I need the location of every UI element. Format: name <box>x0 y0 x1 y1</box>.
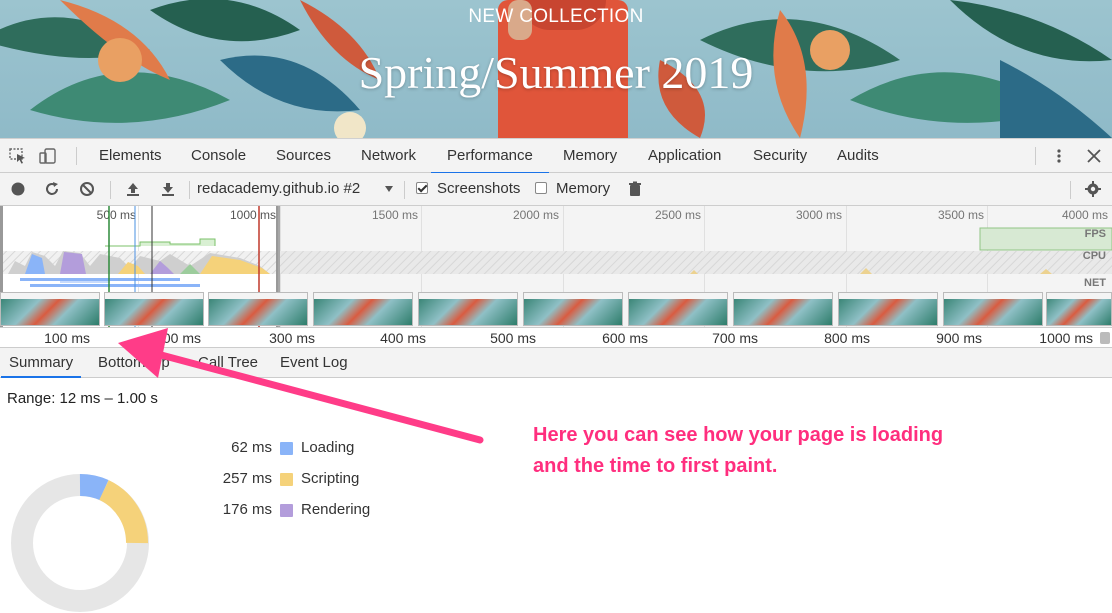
tab-console[interactable]: Console <box>189 139 248 173</box>
toolbar-divider <box>1070 181 1071 199</box>
hero-title: Spring/Summer 2019 <box>358 47 754 98</box>
tab-performance[interactable]: Performance <box>431 139 549 174</box>
net-lane-label: NET <box>1084 277 1106 289</box>
devtools-tab-bar: Elements Console Sources Network Perform… <box>0 138 1112 174</box>
timeline-overview[interactable]: 500 ms 1000 ms 1500 ms 2000 ms 2500 ms 3… <box>0 206 1112 328</box>
tab-application[interactable]: Application <box>646 139 723 173</box>
rendering-swatch <box>280 504 293 517</box>
tab-memory[interactable]: Memory <box>561 139 619 173</box>
ruler-label: 300 ms <box>269 330 315 346</box>
tab-summary[interactable]: Summary <box>0 348 82 378</box>
screenshot-thumbnail[interactable] <box>208 292 308 326</box>
toolbar-divider <box>189 181 190 199</box>
memory-label: Memory <box>556 180 611 197</box>
cpu-lane-label: CPU <box>1082 250 1106 262</box>
screenshot-thumbnail[interactable] <box>418 292 518 326</box>
rendering-label: Rendering <box>301 501 371 518</box>
screenshot-thumbnail[interactable] <box>523 292 623 326</box>
ruler-label: 600 ms <box>602 330 648 346</box>
annotation-line-2: and the time to first paint. <box>533 455 778 477</box>
tab-event-log[interactable]: Event Log <box>280 348 348 377</box>
screenshot-thumbnail[interactable] <box>0 292 100 326</box>
tab-audits[interactable]: Audits <box>835 139 881 173</box>
screenshot-thumbnail[interactable] <box>313 292 413 326</box>
tab-bottom-up[interactable]: Bottom-Up <box>98 348 170 377</box>
load-profile-icon[interactable] <box>125 181 141 197</box>
screenshot-thumbnail[interactable] <box>104 292 204 326</box>
tab-network[interactable]: Network <box>359 139 418 173</box>
screenshot-thumbnail[interactable] <box>943 292 1043 326</box>
loading-time: 62 ms <box>231 439 272 456</box>
hero-banner: NEW COLLECTION Spring/Summer 2019 <box>0 0 1112 138</box>
fps-lane-label: FPS <box>1084 228 1106 240</box>
annotation-text: Here you can see how your page is loadin… <box>533 420 1093 482</box>
close-icon[interactable] <box>1085 148 1103 164</box>
inspect-element-icon[interactable] <box>9 148 27 164</box>
trash-icon[interactable] <box>627 181 643 197</box>
clear-icon[interactable] <box>79 181 95 197</box>
save-profile-icon[interactable] <box>160 181 176 197</box>
tab-security[interactable]: Security <box>751 139 809 173</box>
annotation-line-1: Here you can see how your page is loadin… <box>533 424 944 446</box>
rendering-time: 176 ms <box>222 501 272 518</box>
settings-gear-icon[interactable] <box>1085 181 1101 197</box>
ruler-label: 700 ms <box>712 330 758 346</box>
more-options-icon[interactable] <box>1050 148 1068 164</box>
summary-donut-chart <box>11 474 149 612</box>
ruler-scroll-handle[interactable] <box>1100 332 1110 344</box>
screenshot-thumbnail[interactable] <box>628 292 728 326</box>
ruler-label: 200 ms <box>155 330 201 346</box>
device-toolbar-icon[interactable] <box>39 148 57 164</box>
detail-time-ruler: 100 ms 200 ms 300 ms 400 ms 500 ms 600 m… <box>0 328 1112 348</box>
tab-elements[interactable]: Elements <box>97 139 164 173</box>
ruler-label: 900 ms <box>936 330 982 346</box>
performance-toolbar: redacademy.github.io #2 Screenshots Memo… <box>0 173 1112 206</box>
hero-kicker: NEW COLLECTION <box>468 6 644 27</box>
record-icon[interactable] <box>10 181 26 197</box>
ruler-label: 800 ms <box>824 330 870 346</box>
ruler-label: 500 ms <box>490 330 536 346</box>
ruler-label: 100 ms <box>44 330 90 346</box>
screenshots-label: Screenshots <box>437 180 521 197</box>
scripting-label: Scripting <box>301 470 360 487</box>
scripting-swatch <box>280 473 293 486</box>
summary-range: Range: 12 ms – 1.00 s <box>7 390 158 407</box>
scripting-time: 257 ms <box>222 470 272 487</box>
chevron-down-icon[interactable] <box>384 184 394 194</box>
toolbar-divider <box>110 181 111 199</box>
tab-call-tree[interactable]: Call Tree <box>198 348 258 377</box>
loading-swatch <box>280 442 293 455</box>
reload-profile-icon[interactable] <box>44 181 60 197</box>
toolbar-divider <box>404 181 405 199</box>
toolbar-divider <box>1035 147 1036 165</box>
details-tab-bar: Summary Bottom-Up Call Tree Event Log <box>0 348 1112 378</box>
ruler-label: 1000 ms <box>1039 330 1093 346</box>
toolbar-divider <box>76 147 77 165</box>
ruler-label: 400 ms <box>380 330 426 346</box>
loading-label: Loading <box>301 439 355 456</box>
screenshot-thumbnail[interactable] <box>733 292 833 326</box>
screenshot-thumbnail[interactable] <box>1046 292 1112 326</box>
tab-sources[interactable]: Sources <box>274 139 333 173</box>
profile-select[interactable]: redacademy.github.io #2 <box>197 180 360 197</box>
screenshot-thumbnail[interactable] <box>838 292 938 326</box>
screenshots-checkbox[interactable] <box>416 182 428 194</box>
memory-checkbox[interactable] <box>535 182 547 194</box>
